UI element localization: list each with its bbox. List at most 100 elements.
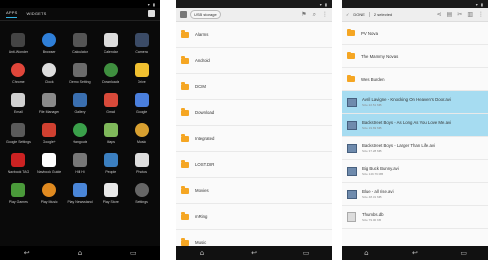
app-launcher-item[interactable]: Camera bbox=[126, 33, 157, 54]
list-item[interactable]: Backstreet Boys - Larger Than Life.avi Si… bbox=[342, 137, 488, 160]
app-label: Downloads bbox=[102, 80, 120, 84]
list-item[interactable]: mRing bbox=[176, 204, 332, 230]
app-launcher-item[interactable]: Demo Setting bbox=[65, 63, 96, 84]
app-launcher-item[interactable]: Hangouts bbox=[65, 123, 96, 144]
app-launcher-item[interactable]: Clock bbox=[34, 63, 65, 84]
file-size: Size 22.51 MB bbox=[362, 103, 382, 107]
download-icon bbox=[103, 63, 118, 77]
wifi-icon: ▾ bbox=[147, 1, 150, 7]
recents-icon[interactable]: ▭ bbox=[300, 250, 312, 257]
app-launcher-item[interactable]: Navbook Guide bbox=[34, 153, 65, 174]
status-bar: ▾ ▮ bbox=[342, 0, 488, 8]
app-launcher-item[interactable]: Google bbox=[126, 93, 157, 114]
app-launcher-item[interactable]: Downloads bbox=[95, 63, 126, 84]
breadcrumb[interactable]: USB storage bbox=[190, 10, 221, 19]
app-launcher-item[interactable]: Gmail bbox=[95, 93, 126, 114]
app-launcher-item[interactable]: Calculator bbox=[65, 33, 96, 54]
overflow-menu-icon[interactable]: ⋮ bbox=[322, 11, 328, 19]
search-icon[interactable]: ⌕ bbox=[313, 11, 316, 19]
app-launcher-item[interactable]: Chrome bbox=[3, 63, 34, 84]
app-launcher-item[interactable]: Gallery bbox=[65, 93, 96, 114]
app-launcher-item[interactable]: Maps bbox=[95, 123, 126, 144]
app-label: Play Games bbox=[8, 200, 28, 204]
app-launcher-item[interactable]: Drive bbox=[126, 63, 157, 84]
list-item[interactable]: DCIM bbox=[176, 74, 332, 100]
back-icon[interactable]: ↩ bbox=[21, 250, 33, 257]
home-icon[interactable]: ⌂ bbox=[360, 250, 372, 257]
done-button[interactable]: DONE bbox=[353, 12, 365, 17]
app-launcher-item[interactable]: People bbox=[95, 153, 126, 174]
app-logo-icon bbox=[180, 11, 187, 18]
list-item[interactable]: Download bbox=[176, 100, 332, 126]
file-name: Backstreet Boys - Larger Than Life.avi bbox=[362, 143, 436, 148]
home-icon[interactable]: ⌂ bbox=[74, 250, 86, 257]
app-launcher-item[interactable]: Music bbox=[126, 123, 157, 144]
list-item[interactable]: Android bbox=[176, 48, 332, 74]
list-item[interactable]: Alarms bbox=[176, 22, 332, 48]
app-launcher-item[interactable]: Google Settings bbox=[3, 123, 34, 144]
wifi-icon: ▾ bbox=[319, 1, 322, 7]
video-thumbnail-icon bbox=[347, 97, 357, 107]
store-icon[interactable] bbox=[148, 10, 155, 17]
app-label: Maps bbox=[106, 140, 116, 144]
folder-name: Android bbox=[195, 58, 210, 63]
list-item[interactable]: Blue - all rise.avi Size 48.31 MB bbox=[342, 183, 488, 206]
folder-icon bbox=[181, 212, 189, 220]
app-launcher-item[interactable]: Navbook TAG bbox=[3, 153, 34, 174]
battery-icon: ▮ bbox=[324, 1, 327, 7]
checkmark-icon[interactable]: ✓ bbox=[346, 12, 349, 17]
tab-apps[interactable]: APPS bbox=[6, 10, 18, 18]
selected-list-item[interactable]: Avril Lavigne - Knocking On Heaven's Doo… bbox=[342, 91, 488, 114]
app-label: Google bbox=[135, 110, 148, 114]
drive-icon bbox=[134, 63, 149, 77]
file-name: Big Buck Bunny.avi bbox=[362, 166, 399, 171]
cut-icon[interactable]: ✂ bbox=[457, 11, 462, 18]
overflow-menu-icon[interactable]: ⋮ bbox=[478, 11, 484, 18]
file-name: Blue - all rise.avi bbox=[362, 189, 394, 194]
app-launcher-item[interactable]: Settings bbox=[126, 183, 157, 204]
folder-name: Download bbox=[195, 110, 215, 115]
list-item[interactable]: Big Buck Bunny.avi Size 149.79 MB bbox=[342, 160, 488, 183]
tab-widgets[interactable]: WIDGETS bbox=[26, 11, 46, 18]
file-name: Thumbs.db bbox=[362, 212, 384, 217]
mail-icon bbox=[11, 93, 26, 107]
copy-icon[interactable]: ▤ bbox=[447, 11, 453, 18]
app-label: Music bbox=[137, 140, 147, 144]
app-label: File Manager bbox=[38, 110, 60, 114]
app-launcher-item[interactable]: Anti-Wonder bbox=[3, 33, 34, 54]
app-launcher-item[interactable]: Google+ bbox=[34, 123, 65, 144]
app-launcher-item[interactable]: Play Store bbox=[95, 183, 126, 204]
app-launcher-item[interactable]: Photos bbox=[126, 153, 157, 174]
back-icon[interactable]: ↩ bbox=[409, 250, 421, 257]
recents-icon[interactable]: ▭ bbox=[458, 250, 470, 257]
news-icon bbox=[72, 183, 87, 197]
selected-list-item[interactable]: Backstreet Boys - As Long As You Love Me… bbox=[342, 114, 488, 137]
folder-icon bbox=[42, 93, 57, 107]
share-icon[interactable]: ⋖ bbox=[437, 11, 442, 18]
list-item[interactable]: PV Nova bbox=[342, 22, 488, 45]
app-launcher-item[interactable]: Play Newsstand bbox=[65, 183, 96, 204]
list-item[interactable]: The Mammy Novas bbox=[342, 45, 488, 68]
globe-icon bbox=[42, 33, 57, 47]
app-launcher-item[interactable]: Browser bbox=[34, 33, 65, 54]
recents-icon[interactable]: ▭ bbox=[127, 250, 139, 257]
list-item[interactable]: Movies bbox=[176, 178, 332, 204]
app-launcher-item[interactable]: Hill Hi bbox=[65, 153, 96, 174]
app-launcher-item[interactable]: Play Games bbox=[3, 183, 34, 204]
app-launcher-item[interactable]: File Manager bbox=[34, 93, 65, 114]
app-launcher-item[interactable]: Email bbox=[3, 93, 34, 114]
bookmark-icon[interactable]: ⚑ bbox=[301, 11, 306, 19]
list-item[interactable]: Integrated bbox=[176, 126, 332, 152]
gear-icon bbox=[134, 183, 149, 197]
app-label: Settings bbox=[135, 200, 148, 204]
app-launcher-item[interactable]: Play Music bbox=[34, 183, 65, 204]
list-item[interactable]: Wes Burden bbox=[342, 68, 488, 91]
app-launcher-item[interactable]: Calendar bbox=[95, 33, 126, 54]
list-item[interactable]: LOST.DIR bbox=[176, 152, 332, 178]
delete-icon[interactable]: ▥ bbox=[467, 11, 473, 18]
selection-count-dropdown[interactable]: 2 selected bbox=[368, 12, 392, 17]
back-icon[interactable]: ↩ bbox=[248, 250, 260, 257]
home-icon[interactable]: ⌂ bbox=[196, 250, 208, 257]
list-item[interactable]: Thumbs.db Size 79.00 KB bbox=[342, 206, 488, 229]
status-bar: ▾ ▮ bbox=[176, 0, 332, 8]
